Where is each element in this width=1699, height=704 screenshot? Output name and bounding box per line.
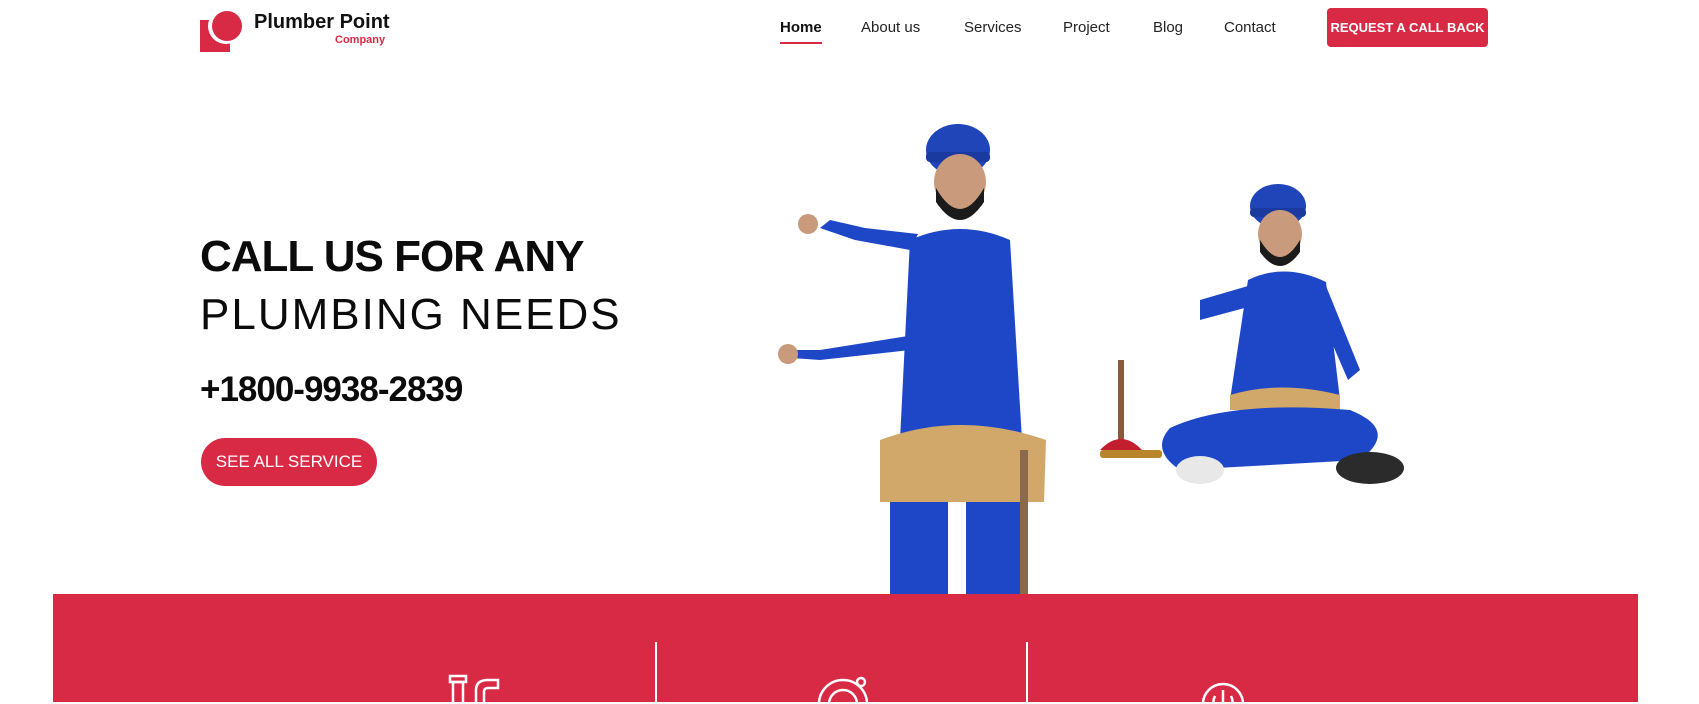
brand-subtitle: Company (335, 34, 386, 46)
hero-title-line2: PLUMBING NEEDS (200, 290, 622, 339)
band-divider (655, 642, 657, 702)
hero-title-line1: CALL US FOR ANY (200, 232, 584, 281)
logo[interactable]: Plumber Point Company (200, 8, 400, 52)
nav-services[interactable]: Services (964, 19, 1022, 36)
standing-plumber-figure (778, 124, 1046, 595)
sitting-plumber-figure (1100, 184, 1404, 484)
band-divider (1026, 642, 1028, 702)
site-header: Plumber Point Company Home About us Serv… (0, 0, 1699, 58)
nav-project[interactable]: Project (1063, 19, 1110, 36)
pipe-fittings-icon (448, 674, 500, 704)
nav-contact[interactable]: Contact (1224, 19, 1276, 36)
nav-home[interactable]: Home (780, 19, 822, 44)
plumbers-hero-image (778, 124, 1404, 595)
nav-about-us[interactable]: About us (861, 19, 920, 36)
gear-settings-icon (817, 676, 869, 704)
nav-blog[interactable]: Blog (1153, 19, 1183, 36)
see-all-service-button[interactable]: SEE ALL SERVICE (201, 438, 377, 486)
power-gear-icon (1201, 682, 1245, 704)
brand-name: Plumber Point (254, 11, 390, 33)
hero-phone[interactable]: +1800-9938-2839 (200, 370, 463, 410)
logo-mark-icon (200, 8, 244, 52)
request-call-back-button[interactable]: REQUEST A CALL BACK (1327, 8, 1488, 47)
